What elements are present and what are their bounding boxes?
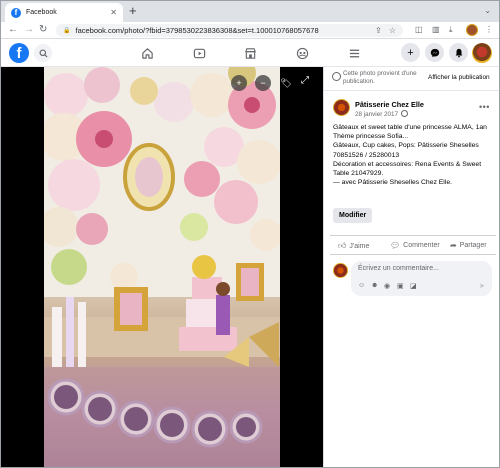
groups-icon: [296, 47, 308, 59]
author-name[interactable]: Pâtisserie Chez Elle: [355, 100, 424, 109]
like-label: J'aime: [349, 242, 370, 250]
party-photo-illustration: [44, 67, 280, 467]
sticker-icon[interactable]: ◪: [410, 282, 417, 290]
home-icon: [141, 47, 153, 59]
comment-button[interactable]: 💬︎ Commenter: [390, 241, 440, 250]
send-icon[interactable]: ➤: [479, 282, 485, 290]
post-caption: Gâteaux et sweet table d'une princesse A…: [333, 123, 493, 187]
browser-window: f Facebook ✕ + ⌄ ← → ↻ 🔒 facebook.com/ph…: [0, 0, 500, 468]
browser-toolbar: ← → ↻ 🔒 facebook.com/photo/?fbid=3798530…: [1, 22, 499, 39]
forward-arrow-icon[interactable]: →: [24, 24, 34, 36]
tab-facebook[interactable]: f Facebook ✕: [5, 3, 123, 22]
view-post-link[interactable]: Afficher la publication: [428, 74, 490, 81]
comment-bubble-icon: 💬︎: [390, 241, 401, 250]
bookmark-star-icon[interactable]: ☆: [389, 26, 396, 35]
zoom-out-button[interactable]: −: [255, 75, 271, 91]
nav-groups[interactable]: [294, 45, 310, 61]
comment-label: Commenter: [403, 242, 440, 249]
avatar-sticker-icon[interactable]: ☺: [358, 282, 365, 289]
globe-icon: [332, 72, 341, 81]
messenger-button[interactable]: [425, 43, 444, 62]
url-text[interactable]: facebook.com/photo/?fbid=379853022383630…: [75, 26, 375, 35]
caption-line: Décoration et accessoires: Rena Events &…: [333, 160, 482, 178]
nav-menu[interactable]: [346, 45, 362, 61]
share-arrow-icon: ➦: [450, 241, 457, 250]
caption-line: — avec Pâtisserie Sheselles Chez Elle.: [333, 179, 452, 187]
like-button[interactable]: 👍︎ J'aime: [338, 241, 369, 251]
tab-strip: f Facebook ✕ + ⌄: [1, 1, 499, 22]
new-tab-button[interactable]: +: [129, 4, 137, 18]
edit-button[interactable]: Modifier: [333, 208, 373, 223]
facebook-header: f +: [1, 39, 499, 67]
account-avatar[interactable]: [472, 43, 492, 63]
author-avatar[interactable]: [333, 99, 350, 116]
commenter-avatar: [333, 263, 348, 278]
sidebar-icon[interactable]: ▥: [432, 25, 440, 34]
bell-icon: [455, 48, 462, 57]
downloads-icon[interactable]: ⤓: [449, 25, 453, 35]
tab-title: Facebook: [26, 9, 57, 16]
hamburger-menu-icon: [349, 49, 359, 57]
caption-line: Gâteaux et sweet table d'une princesse A…: [333, 124, 487, 131]
tab-search-chevron-icon[interactable]: ⌄: [484, 6, 491, 15]
post-options-button[interactable]: •••: [479, 102, 490, 112]
facebook-favicon-icon: f: [11, 7, 21, 18]
messenger-icon: [430, 48, 439, 57]
comment-placeholder[interactable]: Écrivez un commentaire...: [358, 265, 439, 272]
source-notice: Cette photo provient d'une publication. …: [324, 67, 499, 91]
tag-icon[interactable]: 🏷: [278, 75, 294, 91]
plus-icon: +: [407, 46, 414, 59]
comment-input[interactable]: Écrivez un commentaire... ☺ ☻ ◉ ▣ ◪ ➤: [351, 261, 492, 296]
camera-icon[interactable]: ◉: [384, 282, 390, 290]
caption-line: Thème princesse Sofia...: [333, 133, 409, 141]
fullscreen-icon[interactable]: ⤢: [301, 75, 309, 86]
search-icon: [38, 48, 48, 58]
gif-icon[interactable]: ▣: [397, 282, 404, 290]
photo-viewer: + − 🏷 ⤢: [1, 67, 323, 467]
lock-icon: 🔒: [63, 28, 71, 34]
close-tab-icon[interactable]: ✕: [110, 8, 117, 17]
facebook-logo[interactable]: f: [9, 43, 29, 63]
share-page-icon[interactable]: ⇪: [375, 26, 382, 35]
share-label: Partager: [459, 242, 487, 249]
nav-home[interactable]: [139, 45, 155, 61]
post-actions: 👍︎ J'aime 💬︎ Commenter ➦ Partager: [330, 235, 496, 255]
notice-text: Cette photo provient d'une publication.: [343, 70, 417, 85]
share-button[interactable]: ➦ Partager: [450, 241, 487, 250]
profile-avatar[interactable]: [466, 24, 478, 36]
browser-menu-icon[interactable]: ⋮: [485, 25, 493, 34]
address-bar[interactable]: 🔒 facebook.com/photo/?fbid=3798530223836…: [56, 24, 403, 37]
audience-globe-icon: [401, 110, 409, 117]
nav-watch[interactable]: [191, 45, 207, 61]
thumbs-up-icon: 👍︎: [338, 241, 347, 250]
post-date[interactable]: 28 janvier 2017: [355, 110, 409, 118]
notifications-button[interactable]: [449, 43, 468, 62]
reload-icon[interactable]: ↻: [39, 24, 47, 36]
video-icon: [193, 48, 205, 58]
party-photo: [44, 67, 280, 467]
caption-line: Gâteaux, Cup cakes, Pops: Pâtisserie She…: [333, 142, 479, 159]
emoji-icon[interactable]: ☻: [371, 282, 378, 289]
post-date-text: 28 janvier 2017: [355, 111, 399, 118]
post-panel: Cette photo provient d'une publication. …: [323, 67, 499, 467]
nav-marketplace[interactable]: [242, 45, 258, 61]
extensions-icon[interactable]: ◫: [415, 25, 423, 34]
back-arrow-icon[interactable]: ←: [8, 24, 18, 36]
search-button[interactable]: [34, 44, 52, 62]
zoom-in-button[interactable]: +: [231, 75, 247, 91]
marketplace-icon: [244, 47, 256, 59]
create-button[interactable]: +: [401, 43, 420, 62]
